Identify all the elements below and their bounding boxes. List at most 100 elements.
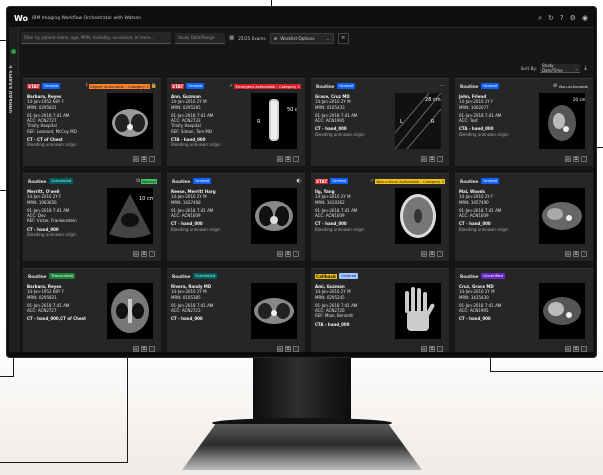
help-icon[interactable]: ? bbox=[560, 14, 564, 22]
report-icon[interactable]: ▤ bbox=[421, 251, 427, 257]
overflow-menu-icon[interactable]: ⋮ bbox=[293, 156, 299, 162]
exam-card[interactable]: Routine Unread ◐ Reese, Merritt Harg 14-Jan-… bbox=[167, 173, 305, 261]
study-thumbnail[interactable]: 28 cm L R bbox=[394, 92, 442, 150]
study-thumbnail[interactable]: 50 cm R bbox=[251, 93, 303, 149]
overflow-menu-icon[interactable]: ⋮ bbox=[437, 346, 443, 352]
overflow-menu-icon[interactable]: ⋮ bbox=[581, 251, 587, 257]
compare-icon[interactable]: ⧉ bbox=[141, 346, 147, 352]
card-details: Rivera, Randy MD 14-Jan-2010 2Y M MRN: 010… bbox=[171, 284, 233, 322]
overflow-menu-icon[interactable]: ⋮ bbox=[149, 156, 155, 162]
compare-icon[interactable]: ⧉ bbox=[429, 251, 435, 257]
exam-card[interactable]: Routine Scheduled Rivera, Randy MD 14-Jan-2… bbox=[167, 268, 305, 352]
menu-button[interactable]: ≡ bbox=[337, 32, 349, 44]
status-tag: Unread bbox=[481, 83, 500, 89]
exam-card[interactable]: STAT Unread ✓ Emergent Actionable - Categor… bbox=[167, 78, 305, 166]
sort-label: Sort By: bbox=[520, 66, 537, 71]
finding-status-icon[interactable]: ⊘ bbox=[553, 83, 557, 89]
date-range-input[interactable]: Study Date/Range bbox=[175, 32, 225, 44]
exam-card[interactable]: Callback Ordered Ami, Guzman 14-Jan-2010 2Y… bbox=[311, 268, 449, 352]
report-icon[interactable]: ▤ bbox=[133, 251, 139, 257]
report-icon[interactable]: ▤ bbox=[133, 156, 139, 162]
report-icon[interactable]: ▤ bbox=[277, 251, 283, 257]
study-thumbnail[interactable] bbox=[107, 283, 153, 339]
exam-card[interactable]: Routine Unread ⊘ Non-actionable John, Friend… bbox=[455, 78, 593, 166]
lock-icon[interactable]: 🔒 bbox=[151, 83, 157, 89]
status-tag: Unread bbox=[330, 178, 349, 184]
exam-card[interactable]: Routine Scheduled ⊙ Normal Merritt, O'well 14… bbox=[23, 173, 161, 261]
exam-card[interactable]: Routine Unread ⋯ Grace, Cruz MD 14-Jan-2010 … bbox=[311, 78, 449, 166]
compare-icon[interactable]: ⧉ bbox=[429, 346, 435, 352]
compare-icon[interactable]: ⧉ bbox=[285, 346, 291, 352]
exam-card[interactable]: STAT Unread ✓ Non-critical Actionable - Cat… bbox=[311, 173, 449, 261]
card-header: Routine Unread ⊘ Non-actionable bbox=[459, 82, 589, 90]
study-thumbnail[interactable] bbox=[539, 283, 585, 339]
search-icon[interactable]: ⌕ bbox=[538, 14, 542, 22]
compare-icon[interactable]: ⧉ bbox=[573, 251, 579, 257]
settings-icon[interactable]: ⚙ bbox=[570, 14, 576, 22]
report-icon[interactable]: ▤ bbox=[277, 156, 283, 162]
study-thumbnail[interactable] bbox=[539, 188, 585, 244]
app-title: IBM Imaging Workflow Orchestrator with W… bbox=[32, 15, 142, 21]
user-icon[interactable]: ◉ bbox=[582, 14, 588, 22]
study-thumbnail[interactable] bbox=[251, 283, 297, 339]
compare-icon[interactable]: ⧉ bbox=[573, 156, 579, 162]
report-icon[interactable]: ▤ bbox=[421, 346, 427, 352]
exam-card[interactable]: STAT Unread! Urgent Actionable - Category … bbox=[23, 78, 161, 166]
finding-status: ◐ bbox=[297, 178, 301, 184]
callout-line bbox=[490, 371, 603, 372]
priority-badge: Routine bbox=[460, 178, 479, 184]
exam-card[interactable]: Routine Transcribed Barbara, Reyes 14-Jan-1… bbox=[23, 268, 161, 352]
overflow-menu-icon[interactable]: ⋮ bbox=[437, 251, 443, 257]
card-actions: ▤ ⧉ ⋮ bbox=[421, 156, 443, 162]
refresh-icon[interactable]: ↻ bbox=[548, 14, 554, 22]
exam-card[interactable]: Routine Unverified Cruz, Grace MD 14-Jan-20… bbox=[455, 268, 593, 352]
exam-reason: Bleeding unknown origin bbox=[171, 142, 221, 148]
exam-card-grid: STAT Unread! Urgent Actionable - Category … bbox=[23, 78, 593, 352]
priority-badge: STAT bbox=[315, 178, 329, 184]
rail-label[interactable]: UNREAD EXAMS 6 bbox=[9, 65, 18, 113]
sort-direction-icon[interactable]: ↓ bbox=[583, 65, 588, 72]
compare-icon[interactable]: ⧉ bbox=[285, 156, 291, 162]
report-icon[interactable]: ▤ bbox=[565, 156, 571, 162]
study-thumbnail[interactable]: 20 cm bbox=[539, 93, 586, 149]
finding-status: ! Urgent Actionable - Category 2 🔒 bbox=[86, 83, 157, 89]
card-actions: ▤ ⧉ ⋮ bbox=[565, 346, 587, 352]
left-rail[interactable]: UNREAD EXAMS 6 bbox=[9, 27, 19, 352]
study-thumbnail[interactable] bbox=[395, 283, 441, 339]
overflow-menu-icon[interactable]: ⋮ bbox=[581, 346, 587, 352]
compare-icon[interactable]: ⧉ bbox=[573, 346, 579, 352]
compare-icon[interactable]: ⧉ bbox=[141, 156, 147, 162]
overflow-menu-icon[interactable]: ⋮ bbox=[581, 156, 587, 162]
study-thumbnail[interactable] bbox=[395, 188, 441, 244]
finding-status-icon[interactable]: ⊙ bbox=[136, 178, 140, 184]
calendar-icon[interactable]: ▦ bbox=[229, 35, 234, 41]
exam-card[interactable]: Routine Unread Mal, Woods 14-Jan-2010 2Y FM… bbox=[455, 173, 593, 261]
compare-icon[interactable]: ⧉ bbox=[141, 251, 147, 257]
report-icon[interactable]: ▤ bbox=[133, 346, 139, 352]
overflow-menu-icon[interactable]: ⋮ bbox=[149, 251, 155, 257]
filter-search-input[interactable]: Filter by patient name, age, MRN, modali… bbox=[21, 32, 171, 44]
finding-status-icon[interactable]: ! bbox=[86, 83, 88, 89]
compare-icon[interactable]: ⧉ bbox=[429, 156, 435, 162]
report-icon[interactable]: ▤ bbox=[565, 346, 571, 352]
overflow-menu-icon[interactable]: ⋮ bbox=[293, 346, 299, 352]
overflow-menu-icon[interactable]: ⋮ bbox=[293, 251, 299, 257]
study-thumbnail[interactable] bbox=[251, 188, 297, 244]
card-header: Routine Scheduled ⊙ Normal bbox=[27, 177, 157, 185]
worklist-options-dropdown[interactable]: ☰ Worklist Options ⌄ bbox=[269, 32, 334, 44]
sort-dropdown[interactable]: Study Date/Time ⌄ bbox=[539, 63, 580, 73]
report-icon[interactable]: ▤ bbox=[565, 251, 571, 257]
report-icon[interactable]: ▤ bbox=[421, 156, 427, 162]
study-thumbnail[interactable] bbox=[107, 93, 153, 149]
overflow-menu-icon[interactable]: ⋮ bbox=[437, 156, 443, 162]
top-bar: Wo IBM Imaging Workflow Orchestrator wit… bbox=[9, 9, 594, 28]
finding-status-icon[interactable]: ✓ bbox=[370, 178, 374, 184]
study-thumbnail[interactable]: 10 cm bbox=[107, 188, 155, 244]
report-icon[interactable]: ▤ bbox=[277, 346, 283, 352]
finding-status-icon[interactable]: ⋯ bbox=[440, 83, 445, 89]
finding-status-icon[interactable]: ◐ bbox=[297, 178, 301, 184]
overflow-menu-icon[interactable]: ⋮ bbox=[149, 346, 155, 352]
finding-status-icon[interactable]: ✓ bbox=[229, 83, 233, 89]
compare-icon[interactable]: ⧉ bbox=[285, 251, 291, 257]
app-logo[interactable]: Wo bbox=[9, 14, 32, 23]
